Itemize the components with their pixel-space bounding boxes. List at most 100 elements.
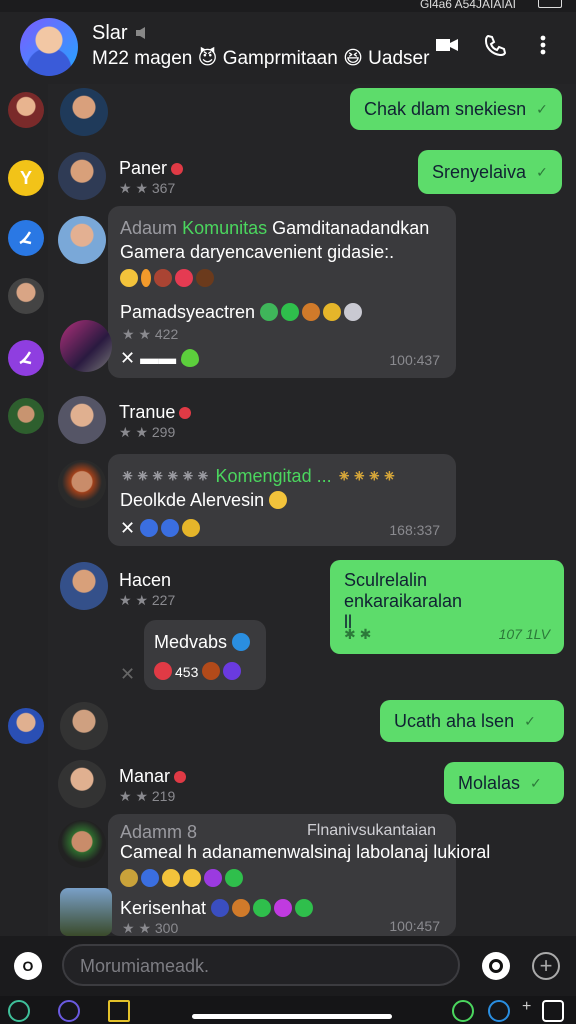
emoji-icon [161,519,180,537]
nav-chat-icon[interactable] [452,1000,474,1022]
emoji-icon [344,303,363,321]
sidebar: Y [0,84,48,936]
camera-icon[interactable] [482,952,510,980]
chat-subtitle: M22 magen 😈 Gamprmitaan 😆 Uadser [92,48,430,69]
emoji-icon [120,869,138,887]
close-icon[interactable]: ✕ [120,518,135,538]
emoji-icon [141,269,151,287]
incoming-message[interactable]: ⁕⁕⁕⁕⁕⁕ Komengitad ... ⁕⁕⁕⁕ Deolkde Alerv… [108,454,456,546]
chat-avatar[interactable] [20,18,78,76]
contact-avatar[interactable] [58,760,106,808]
nav-square-icon[interactable] [108,1000,130,1022]
contact-avatar[interactable] [58,820,106,868]
emoji-icon [223,662,242,680]
outgoing-message[interactable]: Ucath aha lsen ✓ [380,700,564,742]
contact-name: Hacen [119,570,172,590]
nav-games-icon[interactable] [542,1000,564,1022]
message-time: 168:337 [389,522,440,538]
emoji-icon: ✱ ✱ [344,626,372,642]
message-header: Adaum Komunitas Gamditanadandkan [120,218,430,238]
contact-avatar[interactable] [58,396,106,444]
rail-y-icon[interactable]: Y [8,160,44,196]
emoji-icon [202,662,221,680]
emoji-row [120,868,246,889]
rail-avatar-1[interactable] [8,92,44,128]
incoming-message[interactable]: Adaum Komunitas Gamditanadandkan Gamera … [108,206,456,378]
badge-icon [171,163,184,175]
navigation-bar: + [0,996,576,1024]
emoji-picker-icon[interactable]: O [14,952,42,980]
rail-avatar-4[interactable] [8,708,44,744]
reaction-row: ✕ [120,518,203,539]
emoji-icon [154,662,172,680]
incoming-message[interactable]: Adamm 8 Flnanivsukantaian Cameal h adana… [108,814,490,936]
emoji-icon [141,869,159,887]
emoji-icon [274,899,293,917]
message-text: Deolkde Alervesin [120,490,290,511]
emoji-icon [260,303,279,321]
close-icon[interactable]: ✕ [120,664,135,685]
rail-dm-icon[interactable] [8,220,44,256]
message-text: Srenyelaiva [432,161,527,182]
contact-stat: ★ ★ 367 [119,180,176,196]
contact-avatar[interactable] [58,152,106,200]
rail-avatar-2[interactable] [8,278,44,314]
contact-avatar[interactable] [60,562,108,610]
outgoing-message[interactable]: Chak dlam snekiesn ✓ [350,88,562,130]
chat-area[interactable]: Chak dlam snekiesn ✓ Paner ★ ★ 367 Srenye… [48,84,576,936]
close-icon[interactable]: ✕ [120,348,135,368]
message-placeholder: Morumiameadk. [80,956,210,976]
phone-icon[interactable] [480,30,510,60]
contact-avatar[interactable] [60,320,112,372]
nav-send-icon[interactable] [488,1000,510,1022]
emoji-icon [204,869,222,887]
mini-title: Medvabs [154,632,253,653]
muted-icon [136,27,146,39]
message-header-right: Flnanivsukantaian [307,822,436,839]
message-header: ⁕⁕⁕⁕⁕⁕ Komengitad ... ⁕⁕⁕⁕ [120,466,397,486]
more-options-icon[interactable] [528,30,558,60]
outgoing-message[interactable]: Sculrelalin enkaraikaralan ll ✱ ✱ 107 1L… [330,560,564,654]
contact-avatar[interactable] [58,460,106,508]
emoji-icon [225,869,243,887]
contact-name: Manar [119,766,187,787]
emoji-icon [154,269,172,287]
emoji-icon [302,303,321,321]
contact-avatar[interactable] [60,888,112,936]
star-icon [183,869,201,887]
home-indicator[interactable] [192,1014,392,1019]
emoji-icon [295,899,314,917]
chat-title: Slar [92,22,153,45]
contact-avatar[interactable] [58,216,106,264]
drop-icon [181,349,200,367]
sub-stat: ★ ★ 422 [122,326,179,342]
contact-avatar[interactable] [60,88,108,136]
badge-icon [174,771,187,783]
share-icon [232,633,251,651]
emoji-icon [182,519,201,537]
contact-avatar[interactable] [60,702,108,750]
emoji-row [120,268,217,289]
message-text: Gamera daryencavenient gidasie:. [120,242,395,262]
rail-game-icon[interactable] [8,340,44,376]
emoji-icon [281,303,300,321]
emoji-icon [211,899,230,917]
incoming-mini-card[interactable]: Medvabs 453 [144,620,266,690]
message-text: Molalas [458,772,521,793]
contact-stat: ★ ★ 227 [119,592,176,608]
outgoing-message[interactable]: Srenyelaiva ✓ [418,150,562,194]
nav-music-icon[interactable] [8,1000,30,1022]
emoji-icon [175,269,193,287]
outgoing-message[interactable]: Molalas ✓ [444,762,564,804]
message-time: 107 1LV [498,626,550,642]
emoji-icon [269,491,288,509]
nav-clock-icon[interactable] [58,1000,80,1022]
video-call-icon[interactable] [432,30,462,60]
emoji-icon [323,303,342,321]
add-icon[interactable]: + [532,952,560,980]
contact-name: Tranue [119,402,192,423]
nav-add-icon[interactable]: + [522,998,531,1016]
message-input[interactable]: Morumiameadk. [62,944,460,986]
message-text: Cameal h adanamenwalsinaj labolanaj luki… [120,842,491,862]
rail-avatar-3[interactable] [8,398,44,434]
